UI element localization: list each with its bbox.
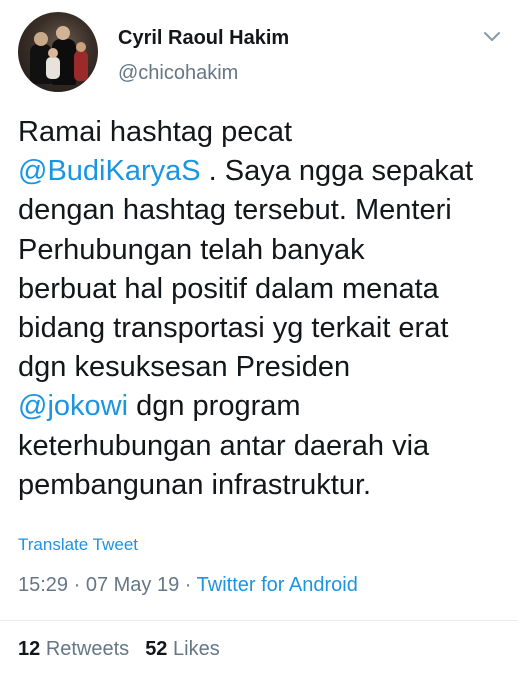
tweet-text-line: @jokowi dgn program	[18, 387, 510, 426]
avatar-figure-head	[56, 26, 70, 40]
avatar-figure-head	[48, 48, 58, 58]
retweets-stat[interactable]: 12 Retweets	[18, 638, 129, 660]
tweet-date[interactable]: 07 May 19	[86, 574, 179, 596]
chevron-down-icon[interactable]	[482, 30, 502, 44]
retweets-label: Retweets	[45, 638, 130, 660]
avatar[interactable]	[18, 12, 98, 92]
tweet-text-line: pembangunan infrastruktur.	[18, 466, 510, 505]
likes-label: Likes	[173, 638, 220, 660]
likes-count: 52	[145, 638, 168, 660]
likes-stat[interactable]: 52 Likes	[145, 638, 220, 660]
tweet-text-segment: dgn kesuksesan Presiden	[18, 351, 351, 384]
avatar-figure-head	[76, 42, 86, 52]
tweet-text-segment: keterhubungan antar daerah via	[18, 429, 430, 462]
avatar-figure	[74, 51, 88, 81]
tweet-text-segment: . Saya ngga sepakat	[200, 155, 474, 188]
tweet-text-line: Perhubungan telah banyak	[18, 231, 510, 270]
mention-link[interactable]: @BudiKaryaS	[18, 155, 201, 187]
tweet-text-line: @BudiKaryaS . Saya ngga sepakat	[18, 152, 510, 191]
tweet-text-segment: pembangunan infrastruktur.	[18, 468, 372, 501]
meta-separator: ·	[68, 574, 86, 596]
meta-separator: ·	[179, 574, 197, 596]
author-handle[interactable]: @chicohakim	[118, 62, 238, 85]
tweet-text-segment: bidang transportasi yg terkait erat	[18, 312, 449, 345]
tweet-text-line: Ramai hashtag pecat	[18, 113, 510, 152]
tweet-card: Cyril Raoul Hakim @chicohakim Ramai hash…	[0, 0, 518, 680]
tweet-text-segment: berbuat hal positif dalam menata	[18, 272, 439, 305]
tweet-text-segment: Perhubungan telah banyak	[18, 233, 365, 266]
tweet-text-segment: Ramai hashtag pecat	[18, 116, 293, 148]
avatar-figure-head	[34, 32, 48, 46]
tweet-source-link[interactable]: Twitter for Android	[197, 574, 358, 596]
tweet-meta: 15:29 · 07 May 19 · Twitter for Android	[18, 574, 358, 597]
tweet-text-segment: dgn program	[128, 390, 301, 423]
translate-tweet-link[interactable]: Translate Tweet	[18, 535, 138, 555]
tweet-stats: 12 Retweets 52 Likes	[18, 638, 220, 661]
divider	[0, 620, 518, 621]
tweet-time: 15:29	[18, 574, 69, 596]
author-name[interactable]: Cyril Raoul Hakim	[118, 27, 289, 50]
tweet-text: Ramai hashtag pecat @BudiKaryaS . Saya ng…	[18, 113, 510, 505]
tweet-text-line: berbuat hal positif dalam menata	[18, 270, 510, 309]
tweet-text-line: keterhubungan antar daerah via	[18, 427, 510, 466]
retweets-count: 12	[18, 638, 41, 660]
tweet-text-line: dgn kesuksesan Presiden	[18, 348, 510, 387]
tweet-text-line: dengan hashtag tersebut. Menteri	[18, 191, 510, 230]
avatar-figure	[46, 57, 60, 79]
tweet-text-segment: dengan hashtag tersebut. Menteri	[18, 194, 452, 227]
mention-link[interactable]: @jokowi	[18, 390, 128, 422]
tweet-text-line: bidang transportasi yg terkait erat	[18, 309, 510, 348]
